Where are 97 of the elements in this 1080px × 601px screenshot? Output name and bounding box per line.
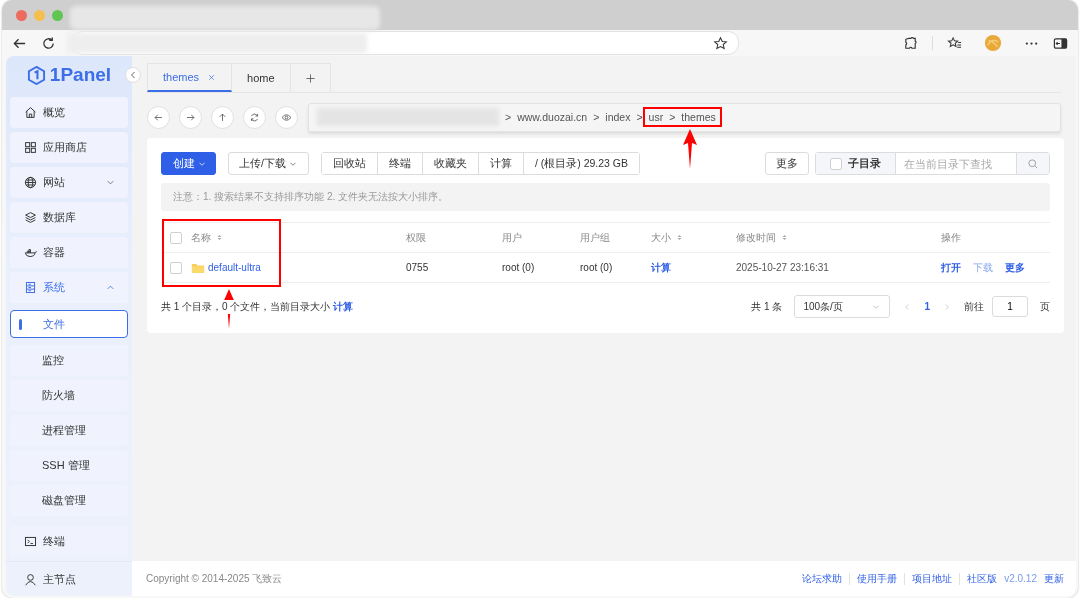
arrow-up-icon	[217, 111, 228, 123]
action-link[interactable]: 更多	[1005, 260, 1025, 275]
toolbar-button[interactable]: 回收站	[321, 153, 378, 174]
copyright-text: Copyright © 2014-2025 飞致云	[146, 571, 283, 586]
logo-icon	[26, 65, 46, 85]
table-cell: 2025-10-27 23:16:31	[736, 262, 829, 273]
footer-link[interactable]: 社区版	[967, 571, 998, 586]
column-header: 用户组	[580, 230, 610, 245]
summary-text: 共 1 个目录，0 个文件，当前目录大小 计算	[161, 299, 354, 314]
forward-button[interactable]	[179, 105, 202, 129]
file-name-link[interactable]: default-ultra	[208, 262, 261, 273]
refresh-button[interactable]	[243, 105, 266, 129]
page-input[interactable]: 1	[992, 296, 1028, 317]
puzzle-icon[interactable]	[903, 35, 918, 51]
tab[interactable]: themes	[147, 63, 233, 92]
path-separator: >	[505, 111, 512, 123]
sort-icon[interactable]	[675, 233, 684, 242]
reload-icon[interactable]	[41, 35, 56, 51]
zoom-window-button[interactable]	[52, 9, 63, 21]
sidebar-item[interactable]: 网站	[10, 167, 128, 198]
version-text: v2.0.12	[1004, 573, 1037, 584]
sidebar-item[interactable]: 终端	[10, 526, 128, 557]
calculate-link[interactable]: 计算	[333, 300, 354, 312]
page-number[interactable]: 1	[924, 301, 930, 312]
path-separator: >	[593, 111, 600, 123]
user-icon	[24, 572, 37, 586]
sort-icon[interactable]	[780, 233, 789, 242]
globe-icon	[24, 176, 37, 189]
sort-icon[interactable]	[215, 233, 224, 242]
sidebar-subitem[interactable]: 文件	[10, 310, 128, 338]
sidebar-subitem[interactable]: 监控	[10, 345, 128, 376]
column-header: 修改时间	[736, 230, 776, 245]
goto-label: 前往	[964, 299, 984, 314]
column-header: 权限	[406, 230, 426, 245]
table-cell: 0755	[406, 262, 429, 273]
calculate-link[interactable]: 计算	[651, 260, 671, 275]
up-button[interactable]	[211, 105, 234, 129]
star-icon[interactable]	[713, 35, 728, 51]
checkbox[interactable]	[170, 231, 182, 244]
eye-icon	[281, 111, 292, 123]
footer-link[interactable]: 项目地址	[912, 571, 953, 586]
preview-button[interactable]	[275, 105, 298, 129]
column-header: 大小	[651, 230, 671, 245]
layers-icon	[24, 211, 37, 224]
tab[interactable]: home	[232, 63, 291, 92]
sidebar-item[interactable]: 概览	[10, 97, 128, 128]
close-window-button[interactable]	[16, 9, 27, 21]
column-header: 名称	[191, 230, 211, 245]
arrow-right-icon	[185, 111, 196, 123]
sidebar-item[interactable]: 数据库	[10, 202, 128, 233]
grid-icon	[24, 141, 37, 154]
profile-avatar[interactable]	[984, 34, 1002, 52]
path-segment[interactable]: www.duozai.cn	[517, 111, 588, 123]
sidebar-subitem[interactable]: 进程管理	[10, 415, 128, 446]
sidebar-toggle-icon[interactable]	[1053, 35, 1068, 51]
path-segment[interactable]: index	[605, 111, 631, 123]
logo-text: 1Panel	[49, 64, 112, 86]
checkbox[interactable]	[170, 261, 182, 274]
terminal-icon	[24, 535, 37, 548]
server-icon	[24, 281, 37, 294]
path-segment[interactable]: themes	[681, 111, 716, 123]
table-cell: root (0)	[502, 262, 535, 273]
path-separator: >	[636, 111, 643, 123]
sidebar-item[interactable]: 系统	[10, 272, 128, 303]
close-icon[interactable]	[207, 72, 217, 82]
table-cell: root (0)	[580, 262, 613, 273]
update-link[interactable]: 更新	[1044, 571, 1064, 586]
arrow-left-icon	[153, 111, 164, 123]
upload-download-button[interactable]: 上传/下载	[228, 152, 309, 175]
minimize-window-button[interactable]	[34, 9, 45, 21]
favorites-icon[interactable]	[947, 35, 962, 51]
sidebar-subitem[interactable]: 防火墙	[10, 380, 128, 411]
sidebar-item[interactable]: 应用商店	[10, 132, 128, 163]
action-link[interactable]: 打开	[941, 260, 961, 275]
sidebar-item[interactable]: 容器	[10, 237, 128, 268]
page-size-select[interactable]: 100条/页	[794, 295, 891, 318]
plus-icon	[304, 72, 316, 84]
footer-link[interactable]: 使用手册	[857, 571, 898, 586]
collapse-sidebar-button[interactable]	[125, 67, 141, 83]
create-button[interactable]: 创建	[161, 152, 216, 175]
back-button[interactable]	[147, 105, 170, 129]
sidebar-subitem[interactable]: SSH 管理	[10, 450, 128, 481]
page-unit-label: 页	[1040, 299, 1050, 314]
selection-indicator	[19, 318, 22, 330]
column-header: 操作	[941, 230, 961, 245]
path-segment[interactable]: usr	[648, 111, 664, 123]
more-button[interactable]: 更多	[765, 152, 809, 175]
add-tab-button[interactable]	[290, 63, 331, 92]
path-separator: >	[669, 111, 676, 123]
footer-link[interactable]: 论坛求助	[802, 571, 843, 586]
whale-icon	[24, 246, 37, 259]
home-icon	[24, 106, 37, 119]
refresh-icon	[249, 111, 260, 123]
column-header: 用户	[502, 230, 522, 245]
sidebar-subitem[interactable]: 磁盘管理	[10, 485, 128, 516]
notice-text: 注意：1. 搜索结果不支持排序功能 2. 文件夹无法按大小排序。	[161, 183, 1050, 211]
total-count: 共 1 条	[751, 299, 783, 314]
